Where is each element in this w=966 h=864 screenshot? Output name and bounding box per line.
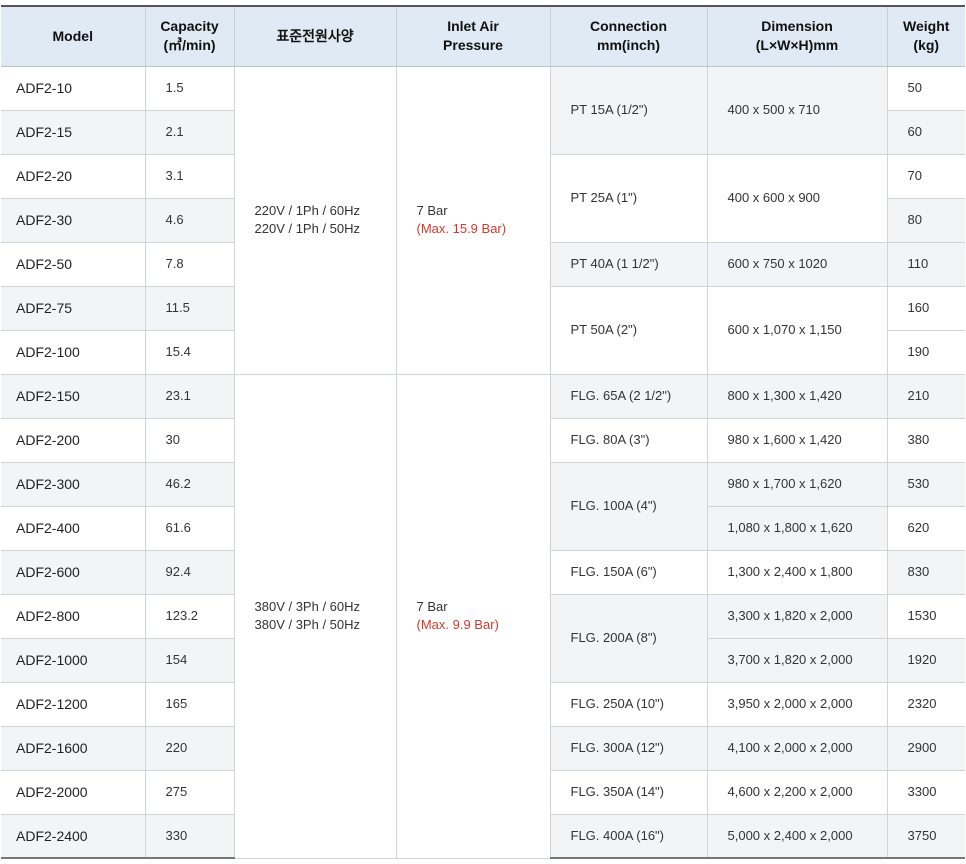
pressure-cell: 7 Bar (Max. 9.9 Bar) xyxy=(395,373,551,859)
weight-cell: 160 xyxy=(886,285,965,331)
dimension-cell: 1,300 x 2,400 x 1,800 xyxy=(706,549,888,595)
connection-cell: PT 40A (1 1/2") xyxy=(549,241,708,287)
weight-cell: 1530 xyxy=(886,593,965,639)
weight-cell: 50 xyxy=(886,65,965,111)
capacity-cell: 15.4 xyxy=(144,329,235,375)
dimension-cell: 3,950 x 2,000 x 2,000 xyxy=(706,681,888,727)
capacity-cell: 123.2 xyxy=(144,593,235,639)
weight-cell: 110 xyxy=(886,241,965,287)
dimension-cell: 600 x 750 x 1020 xyxy=(706,241,888,287)
capacity-cell: 61.6 xyxy=(144,505,235,551)
weight-cell: 190 xyxy=(886,329,965,375)
connection-cell: PT 25A (1") xyxy=(549,153,708,243)
header-row: Model Capacity (㎥/min) 표준전원사양 Inlet Air Pr… xyxy=(1,5,965,67)
header-model: Model xyxy=(1,5,146,67)
connection-cell: FLG. 400A (16") xyxy=(549,813,708,859)
weight-cell: 2320 xyxy=(886,681,965,727)
capacity-cell: 11.5 xyxy=(144,285,235,331)
capacity-cell: 1.5 xyxy=(144,65,235,111)
max-pressure-text: (Max. 9.9 Bar) xyxy=(416,617,499,632)
model-cell: ADF2-75 xyxy=(1,285,146,331)
capacity-cell: 7.8 xyxy=(144,241,235,287)
capacity-cell: 46.2 xyxy=(144,461,235,507)
weight-cell: 70 xyxy=(886,153,965,199)
weight-cell: 60 xyxy=(886,109,965,155)
dimension-cell: 400 x 600 x 900 xyxy=(706,153,888,243)
weight-cell: 620 xyxy=(886,505,965,551)
spec-table: Model Capacity (㎥/min) 표준전원사양 Inlet Air Pr… xyxy=(1,5,965,859)
model-cell: ADF2-150 xyxy=(1,373,146,419)
weight-cell: 80 xyxy=(886,197,965,243)
model-cell: ADF2-10 xyxy=(1,65,146,111)
header-power: 표준전원사양 xyxy=(234,5,397,67)
dimension-cell: 980 x 1,700 x 1,620 xyxy=(706,461,888,507)
capacity-cell: 23.1 xyxy=(144,373,235,419)
weight-cell: 380 xyxy=(886,417,965,463)
connection-cell: FLG. 300A (12") xyxy=(549,725,708,771)
connection-cell: FLG. 65A (2 1/2") xyxy=(549,373,708,419)
capacity-cell: 92.4 xyxy=(144,549,235,595)
dimension-cell: 4,600 x 2,200 x 2,000 xyxy=(706,769,888,815)
model-cell: ADF2-1600 xyxy=(1,725,146,771)
capacity-cell: 30 xyxy=(144,417,235,463)
dimension-cell: 3,700 x 1,820 x 2,000 xyxy=(706,637,888,683)
model-cell: ADF2-300 xyxy=(1,461,146,507)
header-weight: Weight (kg) xyxy=(887,5,965,67)
dimension-cell: 5,000 x 2,400 x 2,000 xyxy=(706,813,888,859)
weight-cell: 830 xyxy=(886,549,965,595)
power-cell: 220V / 1Ph / 60Hz 220V / 1Ph / 50Hz xyxy=(233,65,397,375)
weight-cell: 1920 xyxy=(886,637,965,683)
connection-cell: FLG. 200A (8") xyxy=(549,593,708,683)
capacity-cell: 4.6 xyxy=(144,197,235,243)
dimension-cell: 4,100 x 2,000 x 2,000 xyxy=(706,725,888,771)
weight-cell: 530 xyxy=(886,461,965,507)
capacity-cell: 330 xyxy=(144,813,235,859)
capacity-cell: 3.1 xyxy=(144,153,235,199)
weight-cell: 3750 xyxy=(886,813,965,859)
model-cell: ADF2-30 xyxy=(1,197,146,243)
header-pressure: Inlet Air Pressure xyxy=(396,5,551,67)
capacity-cell: 154 xyxy=(144,637,235,683)
model-cell: ADF2-20 xyxy=(1,153,146,199)
model-cell: ADF2-100 xyxy=(1,329,146,375)
table-row: ADF2-10 1.5 220V / 1Ph / 60Hz 220V / 1Ph … xyxy=(1,65,965,375)
connection-cell: FLG. 80A (3") xyxy=(549,417,708,463)
model-cell: ADF2-50 xyxy=(1,241,146,287)
model-cell: ADF2-1200 xyxy=(1,681,146,727)
max-pressure-text: (Max. 15.9 Bar) xyxy=(416,221,507,236)
dimension-cell: 800 x 1,300 x 1,420 xyxy=(706,373,888,419)
pressure-cell: 7 Bar (Max. 15.9 Bar) xyxy=(395,65,551,375)
table-row: ADF2-150 23.1 380V / 3Ph / 60Hz 380V / 3P… xyxy=(1,373,965,859)
dimension-cell: 600 x 1,070 x 1,150 xyxy=(706,285,888,375)
weight-cell: 2900 xyxy=(886,725,965,771)
model-cell: ADF2-200 xyxy=(1,417,146,463)
model-cell: ADF2-800 xyxy=(1,593,146,639)
capacity-cell: 165 xyxy=(144,681,235,727)
connection-cell: FLG. 250A (10") xyxy=(549,681,708,727)
model-cell: ADF2-600 xyxy=(1,549,146,595)
weight-cell: 3300 xyxy=(886,769,965,815)
dimension-cell: 400 x 500 x 710 xyxy=(706,65,888,155)
connection-cell: FLG. 350A (14") xyxy=(549,769,708,815)
header-capacity: Capacity (㎥/min) xyxy=(145,5,235,67)
model-cell: ADF2-2000 xyxy=(1,769,146,815)
header-dimension: Dimension (L×W×H)mm xyxy=(707,5,888,67)
power-cell: 380V / 3Ph / 60Hz 380V / 3Ph / 50Hz xyxy=(233,373,397,859)
capacity-cell: 220 xyxy=(144,725,235,771)
model-cell: ADF2-2400 xyxy=(1,813,146,859)
connection-cell: PT 15A (1/2") xyxy=(549,65,708,155)
model-cell: ADF2-1000 xyxy=(1,637,146,683)
dimension-cell: 980 x 1,600 x 1,420 xyxy=(706,417,888,463)
model-cell: ADF2-400 xyxy=(1,505,146,551)
capacity-cell: 275 xyxy=(144,769,235,815)
dimension-cell: 3,300 x 1,820 x 2,000 xyxy=(706,593,888,639)
weight-cell: 210 xyxy=(886,373,965,419)
capacity-cell: 2.1 xyxy=(144,109,235,155)
dimension-cell: 1,080 x 1,800 x 1,620 xyxy=(706,505,888,551)
header-connection: Connection mm(inch) xyxy=(550,5,708,67)
model-cell: ADF2-15 xyxy=(1,109,146,155)
connection-cell: FLG. 100A (4") xyxy=(549,461,708,551)
connection-cell: FLG. 150A (6") xyxy=(549,549,708,595)
connection-cell: PT 50A (2") xyxy=(549,285,708,375)
